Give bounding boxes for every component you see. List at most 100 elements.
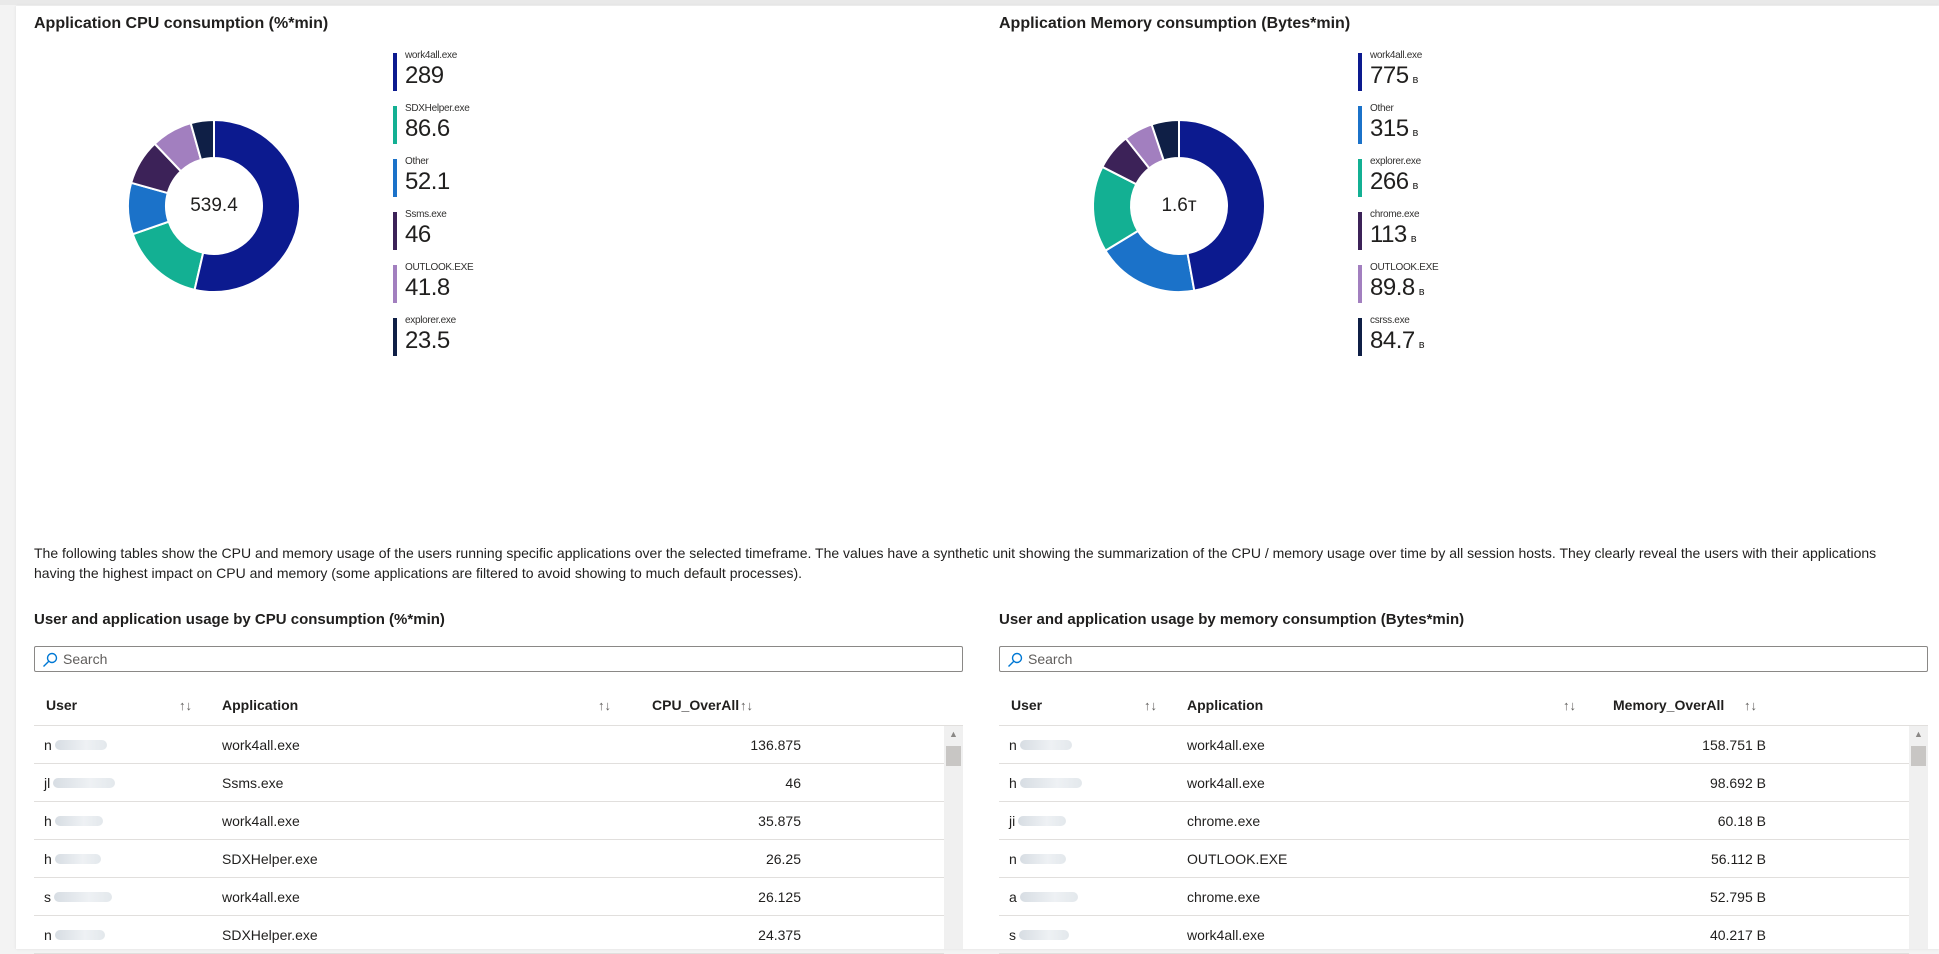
memory-scroll-thumb[interactable]	[1911, 746, 1926, 766]
memory-scrollbar[interactable]: ▲	[1909, 726, 1928, 949]
memory-chart-title: Application Memory consumption (Bytes*mi…	[999, 15, 1351, 32]
cpu-scroll-thumb[interactable]	[946, 746, 961, 766]
cpu-table-row[interactable]: n work4all.exe 136.875	[34, 726, 944, 764]
value-cell: 40.217 B	[1709, 927, 1766, 943]
legend-label: chrome.exe	[1370, 209, 1420, 220]
user-name: a	[1009, 889, 1017, 905]
cpu-legend-item-outlook-exe[interactable]: OUTLOOK.EXE 41.8	[393, 262, 474, 315]
cpu-col-application[interactable]: Application	[222, 697, 298, 713]
legend-label: Ssms.exe	[405, 209, 447, 220]
scroll-up-icon[interactable]: ▲	[1909, 726, 1928, 743]
memory-table-row[interactable]: a chrome.exe 52.795 B	[999, 878, 1909, 916]
legend-color-swatch	[393, 159, 397, 197]
legend-label: SDXHelper.exe	[405, 103, 470, 114]
cpu-sort-user-icon[interactable]: ↑↓	[179, 698, 192, 713]
user-name: n	[1009, 737, 1017, 753]
memory-table-row[interactable]: ji chrome.exe 60.18 B	[999, 802, 1909, 840]
cpu-col-user[interactable]: User	[46, 697, 77, 713]
memory-table-row[interactable]: h work4all.exe 98.692 B	[999, 764, 1909, 802]
application-cell: SDXHelper.exe	[222, 851, 318, 867]
scroll-up-icon[interactable]: ▲	[944, 726, 963, 743]
cpu-donut-chart[interactable]: 539.4	[126, 118, 302, 294]
memory-search-box[interactable]	[999, 646, 1928, 672]
cpu-legend-item-sdxhelper-exe[interactable]: SDXHelper.exe 86.6	[393, 103, 473, 156]
redacted-user-blur	[54, 930, 105, 940]
user-cell: ji	[1009, 813, 1067, 829]
cpu-scrollbar[interactable]: ▲	[944, 726, 963, 949]
legend-value: 52.1	[405, 168, 450, 195]
redacted-user-blur	[1019, 854, 1066, 864]
memory-search-input[interactable]	[1028, 649, 1919, 669]
redacted-user-blur	[53, 778, 116, 788]
redacted-user-blur	[54, 892, 112, 902]
memory-legend-item-outlook-exe[interactable]: OUTLOOK.EXE 89.8 в	[1358, 262, 1439, 315]
memory-sort-application-icon[interactable]: ↑↓	[1563, 698, 1576, 713]
user-cell: s	[44, 889, 112, 905]
memory-col-user[interactable]: User	[1011, 697, 1042, 713]
legend-value: 89.8	[1370, 274, 1415, 301]
value-cell: 26.25	[765, 851, 801, 867]
memory-table-row[interactable]: n work4all.exe 158.751 B	[999, 726, 1909, 764]
legend-unit: в	[1412, 74, 1419, 86]
application-cell: Ssms.exe	[222, 775, 284, 791]
user-cell: jl	[44, 775, 116, 791]
memory-donut-chart[interactable]: 1.6т	[1091, 118, 1267, 294]
memory-legend-item-other[interactable]: Other 315 в	[1358, 103, 1438, 156]
value-cell: 26.125	[758, 889, 801, 905]
memory-sort-user-icon[interactable]: ↑↓	[1144, 698, 1157, 713]
user-name: s	[1009, 927, 1016, 943]
legend-label: work4all.exe	[405, 50, 457, 61]
memory-legend-item-explorer-exe[interactable]: explorer.exe 266 в	[1358, 156, 1438, 209]
cpu-table-title: User and application usage by CPU consum…	[34, 611, 445, 628]
user-name: n	[44, 927, 52, 943]
legend-label: work4all.exe	[1370, 50, 1422, 61]
legend-value: 86.6	[405, 115, 450, 142]
user-name: s	[44, 889, 51, 905]
memory-legend-item-work4all-exe[interactable]: work4all.exe 775 в	[1358, 50, 1438, 103]
user-cell: s	[1009, 927, 1069, 943]
legend-unit: в	[1418, 286, 1425, 298]
user-name: jl	[44, 775, 51, 791]
legend-unit: в	[1410, 233, 1417, 245]
cpu-legend-item-other[interactable]: Other 52.1	[393, 156, 473, 209]
legend-color-swatch	[1358, 318, 1362, 356]
memory-table-row[interactable]: n OUTLOOK.EXE 56.112 B	[999, 840, 1909, 878]
memory-col-application[interactable]: Application	[1187, 697, 1263, 713]
memory-table-row[interactable]: s work4all.exe 40.217 B	[999, 916, 1909, 954]
memory-donut-total: 1.6т	[1161, 195, 1197, 216]
memory-sort-value-icon[interactable]: ↑↓	[1744, 698, 1757, 713]
cpu-sort-application-icon[interactable]: ↑↓	[598, 698, 611, 713]
cpu-search-input[interactable]	[63, 649, 954, 669]
value-cell: 46	[785, 775, 801, 791]
cpu-search-box[interactable]	[34, 646, 963, 672]
description-text: The following tables show the CPU and me…	[34, 545, 1877, 581]
search-icon	[1008, 652, 1023, 667]
cpu-table-row[interactable]: s work4all.exe 26.125	[34, 878, 944, 916]
cpu-legend-item-explorer-exe[interactable]: explorer.exe 23.5	[393, 315, 473, 368]
user-cell: n	[44, 737, 107, 753]
cpu-table-row[interactable]: h work4all.exe 35.875	[34, 802, 944, 840]
legend-unit: в	[1412, 180, 1419, 192]
legend-color-swatch	[393, 53, 397, 91]
cpu-table-row[interactable]: n SDXHelper.exe 24.375	[34, 916, 944, 954]
cpu-col-value[interactable]: CPU_OverAll	[652, 697, 739, 713]
legend-value: 315	[1370, 115, 1409, 142]
cpu-table-row[interactable]: h SDXHelper.exe 26.25	[34, 840, 944, 878]
legend-value: 46	[405, 221, 431, 248]
user-name: n	[44, 737, 52, 753]
value-cell: 158.751 B	[1702, 737, 1766, 753]
application-cell: SDXHelper.exe	[222, 927, 318, 943]
legend-value: 23.5	[405, 327, 450, 354]
redacted-user-blur	[1019, 740, 1072, 750]
redacted-user-blur	[1019, 778, 1082, 788]
cpu-table-row[interactable]: jl Ssms.exe 46	[34, 764, 944, 802]
memory-col-value[interactable]: Memory_OverAll	[1613, 697, 1724, 713]
application-cell: work4all.exe	[1187, 737, 1265, 753]
legend-color-swatch	[1358, 53, 1362, 91]
memory-legend-item-csrss-exe[interactable]: csrss.exe 84.7 в	[1358, 315, 1438, 368]
cpu-sort-value-icon[interactable]: ↑↓	[740, 698, 753, 713]
memory-legend-item-chrome-exe[interactable]: chrome.exe 113 в	[1358, 209, 1438, 262]
legend-unit: в	[1412, 127, 1419, 139]
cpu-legend-item-ssms-exe[interactable]: Ssms.exe 46	[393, 209, 473, 262]
cpu-legend-item-work4all-exe[interactable]: work4all.exe 289	[393, 50, 473, 103]
